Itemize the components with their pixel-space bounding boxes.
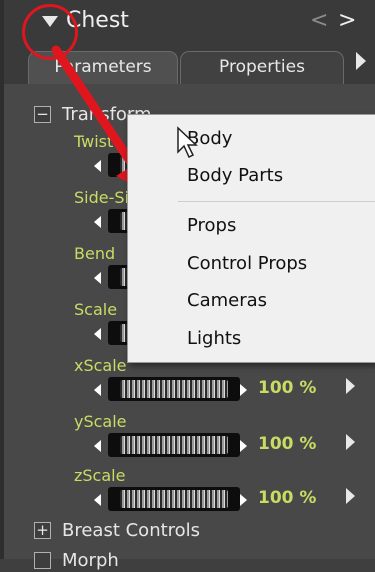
parameter-value[interactable]: 100 % bbox=[258, 434, 316, 454]
parameter-zscale: zScale 100 % bbox=[74, 466, 374, 520]
dial-left-arrow-icon[interactable] bbox=[94, 160, 101, 172]
actor-type-menu: Body Body Parts Props Control Props Came… bbox=[127, 114, 375, 363]
dial-left-arrow-icon[interactable] bbox=[94, 216, 101, 228]
menu-item-props[interactable]: Props bbox=[187, 215, 236, 236]
parameter-dial[interactable] bbox=[108, 433, 240, 457]
parameter-yscale: yScale 100 % bbox=[74, 412, 374, 466]
menu-item-control-props[interactable]: Control Props bbox=[187, 253, 307, 274]
dial-right-arrow-icon[interactable] bbox=[240, 494, 247, 506]
collapse-toggle-icon[interactable]: − bbox=[34, 106, 51, 123]
expand-toggle-icon[interactable] bbox=[34, 552, 51, 569]
dial-left-arrow-icon[interactable] bbox=[94, 272, 101, 284]
tab-menu-arrow-icon[interactable] bbox=[356, 52, 366, 70]
parameter-label: yScale bbox=[74, 412, 127, 431]
tab-properties[interactable]: Properties bbox=[180, 51, 344, 85]
parameter-menu-arrow-icon[interactable] bbox=[346, 434, 355, 450]
group-label: Morph bbox=[62, 550, 119, 571]
parameter-value[interactable]: 100 % bbox=[258, 378, 316, 398]
dial-right-arrow-icon[interactable] bbox=[240, 384, 247, 396]
mouse-cursor-icon bbox=[177, 126, 198, 159]
parameter-menu-arrow-icon[interactable] bbox=[346, 488, 355, 504]
annotation-circle bbox=[22, 4, 78, 60]
parameter-label: Twist bbox=[74, 132, 114, 151]
expand-toggle-icon[interactable]: + bbox=[34, 522, 51, 539]
previous-actor-button[interactable]: < bbox=[310, 8, 328, 33]
menu-item-cameras[interactable]: Cameras bbox=[187, 290, 267, 311]
parameter-label: Bend bbox=[74, 244, 116, 263]
group-label: Breast Controls bbox=[62, 520, 201, 541]
dial-left-arrow-icon[interactable] bbox=[94, 384, 101, 396]
parameter-value[interactable]: 100 % bbox=[258, 488, 316, 508]
next-actor-button[interactable]: > bbox=[338, 8, 356, 33]
parameter-menu-arrow-icon[interactable] bbox=[346, 378, 355, 394]
menu-item-body-parts[interactable]: Body Parts bbox=[187, 165, 283, 186]
parameter-xscale: xScale 100 % bbox=[74, 356, 374, 410]
dial-left-arrow-icon[interactable] bbox=[94, 440, 101, 452]
parameter-dial[interactable] bbox=[108, 377, 240, 401]
dial-left-arrow-icon[interactable] bbox=[94, 328, 101, 340]
parameter-label: xScale bbox=[74, 356, 127, 375]
parameter-dial[interactable] bbox=[108, 487, 240, 511]
parameter-label: Scale bbox=[74, 300, 118, 319]
dial-right-arrow-icon[interactable] bbox=[240, 440, 247, 452]
menu-separator bbox=[178, 201, 375, 202]
dial-left-arrow-icon[interactable] bbox=[94, 494, 101, 506]
parameter-label: zScale bbox=[74, 466, 126, 485]
menu-item-lights[interactable]: Lights bbox=[187, 328, 241, 349]
